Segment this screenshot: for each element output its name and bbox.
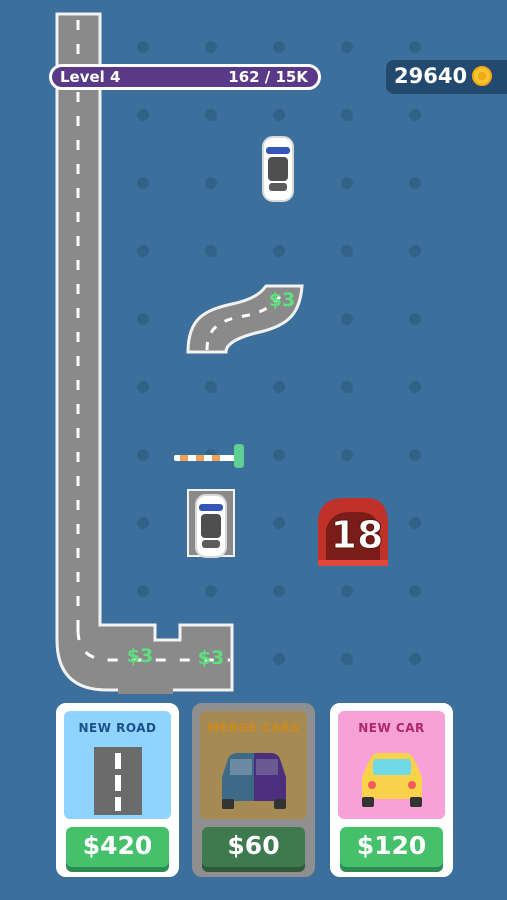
new-road-title: NEW ROAD	[78, 721, 157, 735]
barrier-gate[interactable]	[174, 444, 244, 468]
merge-cars-title: MERGE CARS	[207, 721, 300, 735]
grid-slot-dot	[341, 245, 353, 257]
grid-slot-dot	[409, 381, 421, 393]
grid-slot-dot	[273, 517, 285, 529]
grid-slot-dot	[137, 313, 149, 325]
grid-slot-dot	[205, 585, 217, 597]
grid-slot-dot	[205, 245, 217, 257]
road-reward-label: $3	[269, 289, 295, 311]
new-road-price: $420	[66, 827, 169, 867]
grid-slot-dot	[341, 177, 353, 189]
grid-slot-dot	[137, 41, 149, 53]
grid-slot-dot	[341, 585, 353, 597]
coin-icon: ●	[472, 66, 492, 86]
road-reward-label: $3	[198, 647, 224, 669]
merge-cars-card-face: MERGE CARS	[200, 711, 307, 819]
grid-slot-dot	[341, 313, 353, 325]
grid-slot-dot	[409, 653, 421, 665]
coin-counter: 29640 ●	[386, 60, 507, 94]
new-car-button[interactable]: NEW CAR $120	[330, 703, 453, 877]
road-reward-label: $3	[127, 645, 153, 667]
new-car-card-face: NEW CAR	[338, 711, 445, 819]
grid-slots	[137, 41, 421, 665]
new-road-button[interactable]: NEW ROAD $420	[56, 703, 179, 877]
level-progress-text: 162 / 15K	[228, 68, 308, 86]
grid-slot-dot	[409, 517, 421, 529]
car-icon	[362, 753, 422, 807]
grid-slot-dot	[409, 313, 421, 325]
grid-slot-dot	[137, 381, 149, 393]
grid-slot-dot	[273, 585, 285, 597]
grid-slot-dot	[137, 449, 149, 461]
grid-slot-dot	[137, 177, 149, 189]
grid-slot-dot	[409, 177, 421, 189]
merge-cars-button[interactable]: MERGE CARS $60	[192, 703, 315, 877]
grid-slot-dot	[341, 449, 353, 461]
grid-slot-dot	[137, 517, 149, 529]
grid-slot-dot	[341, 381, 353, 393]
grid-slot-dot	[341, 653, 353, 665]
grid-slot-dot	[273, 245, 285, 257]
police-car[interactable]	[262, 136, 294, 202]
grid-slot-dot	[273, 449, 285, 461]
level-progress-bar: Level 4 162 / 15K	[49, 64, 321, 90]
grid-slot-dot	[273, 381, 285, 393]
grid-slot-dot	[409, 585, 421, 597]
grid-slot-dot	[137, 585, 149, 597]
grid-slot-dot	[205, 41, 217, 53]
coin-amount: 29640	[394, 64, 468, 88]
police-car[interactable]	[195, 494, 227, 558]
new-car-price: $120	[340, 827, 443, 867]
grid-slot-dot	[273, 109, 285, 121]
new-car-title: NEW CAR	[358, 721, 425, 735]
grid-slot-dot	[409, 449, 421, 461]
grid-slot-dot	[137, 109, 149, 121]
grid-slot-dot	[273, 41, 285, 53]
level-label: Level 4	[60, 68, 121, 86]
new-road-card-face: NEW ROAD	[64, 711, 171, 819]
grid-slot-dot	[273, 653, 285, 665]
grid-slot-dot	[409, 109, 421, 121]
grid-slot-dot	[205, 381, 217, 393]
garage-counter: 18	[331, 513, 384, 557]
grid-slot-dot	[341, 41, 353, 53]
road-icon	[94, 747, 142, 815]
grid-slot-dot	[205, 177, 217, 189]
merge-cars-icon	[222, 753, 286, 809]
grid-slot-dot	[409, 41, 421, 53]
grid-slot-dot	[409, 245, 421, 257]
merge-cars-price: $60	[202, 827, 305, 867]
grid-slot-dot	[341, 109, 353, 121]
grid-slot-dot	[205, 109, 217, 121]
grid-slot-dot	[137, 245, 149, 257]
